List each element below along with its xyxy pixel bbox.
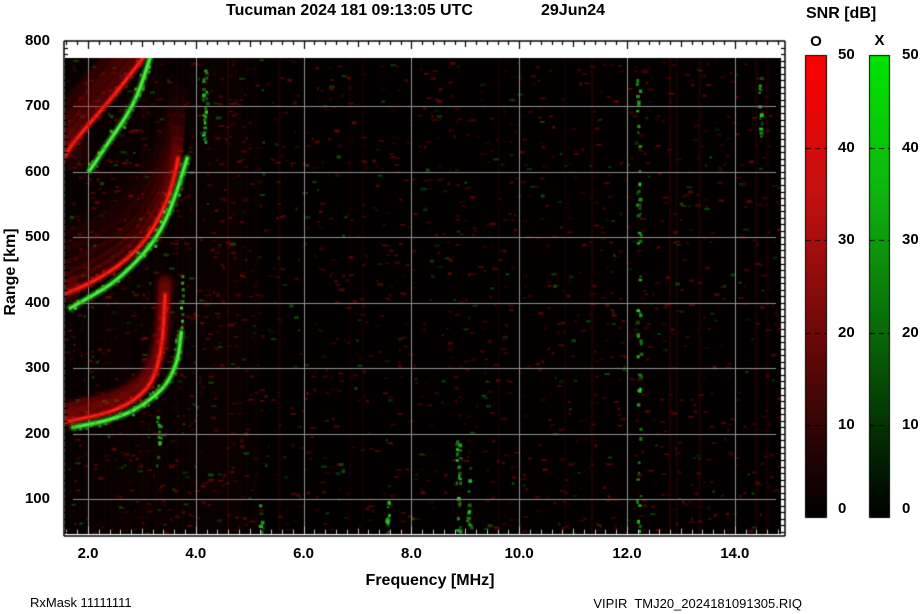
colorbar-tick-label: 40: [838, 139, 866, 156]
x-tick-label: 2.0: [66, 545, 110, 562]
y-tick-label: 800: [16, 32, 50, 49]
colorbar-x-label: X: [869, 32, 890, 49]
y-tick-label: 300: [16, 359, 50, 376]
colorbar-tick-label: 20: [838, 324, 866, 341]
x-tick-label: 14.0: [713, 545, 757, 562]
y-tick-label: 700: [16, 97, 50, 114]
colorbar-tick-label: 50: [838, 46, 866, 63]
colorbar-tick-label: 0: [902, 500, 922, 517]
rxmask-text: RxMask 11111111: [30, 595, 132, 610]
page-title: Tucuman 2024 181 09:13:05 UTC: [226, 2, 473, 20]
colorbar-tick-label: 40: [902, 139, 922, 156]
x-tick-label: 4.0: [174, 545, 218, 562]
x-tick-label: 12.0: [605, 545, 649, 562]
title-date: 29Jun24: [541, 2, 605, 20]
colorbar-tick-label: 20: [902, 324, 922, 341]
colorbar-tick-label: 50: [902, 46, 922, 63]
x-axis-label: Frequency [MHz]: [330, 572, 530, 590]
colorbar-tick-label: 0: [838, 500, 866, 517]
colorbar-tick-label: 30: [838, 231, 866, 248]
data-filename-text: VIPIR TMJ20_2024181091305.RIQ: [560, 596, 802, 611]
x-tick-label: 10.0: [497, 545, 541, 562]
y-tick-label: 400: [16, 294, 50, 311]
colorbar-tick-label: 10: [838, 416, 866, 433]
y-tick-label: 500: [16, 228, 50, 245]
x-tick-label: 8.0: [389, 545, 433, 562]
colorbar-title: SNR [dB]: [806, 5, 876, 23]
colorbar-o-label: O: [805, 33, 827, 50]
y-tick-label: 600: [16, 163, 50, 180]
y-tick-label: 100: [16, 490, 50, 507]
x-tick-label: 6.0: [282, 545, 326, 562]
colorbar-tick-label: 30: [902, 231, 922, 248]
y-tick-label: 200: [16, 425, 50, 442]
colorbar-tick-label: 10: [902, 416, 922, 433]
ionogram-screen: Tucuman 2024 181 09:13:05 UTC 29Jun24 Fr…: [0, 0, 922, 614]
ionogram-canvas: [0, 0, 922, 614]
